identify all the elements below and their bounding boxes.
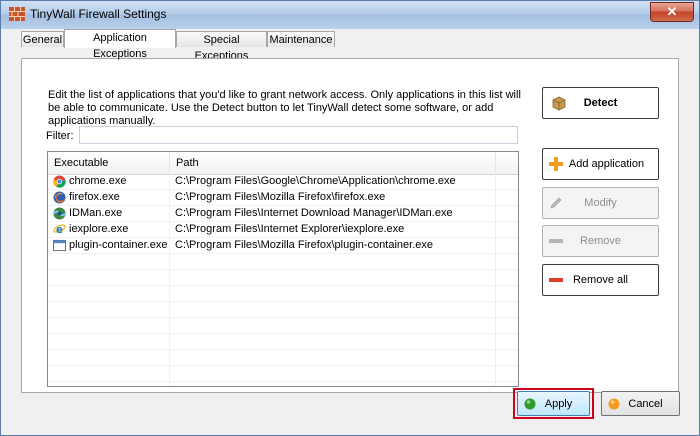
- add-application-button[interactable]: Add application: [542, 148, 659, 180]
- column-header-executable[interactable]: Executable: [48, 152, 170, 174]
- ie-icon: e: [53, 224, 66, 236]
- tab-label: Maintenance: [269, 34, 333, 46]
- list-item[interactable]: plugin-container.exe C:\Program Files\Mo…: [48, 238, 518, 254]
- executable-cell: chrome.exe: [69, 175, 127, 187]
- tab-general[interactable]: General: [21, 31, 64, 47]
- description-text: Edit the list of applications that you'd…: [48, 89, 521, 127]
- firefox-icon: [53, 191, 66, 204]
- executable-cell: iexplore.exe: [69, 223, 129, 235]
- filter-label: Filter:: [46, 130, 74, 142]
- add-application-label: Add application: [568, 158, 645, 170]
- svg-text:e: e: [56, 225, 63, 236]
- title-bar[interactable]: TinyWall Firewall Settings ✕: [1, 1, 699, 29]
- path-cell: C:\Program Files\Mozilla Firefox\firefox…: [175, 191, 386, 203]
- tab-panel: Edit the list of applications that you'd…: [21, 58, 679, 393]
- modify-button[interactable]: Modify: [542, 187, 659, 219]
- remove-label: Remove: [580, 235, 621, 247]
- empty-row: [48, 318, 518, 334]
- close-button[interactable]: ✕: [650, 2, 694, 22]
- firewall-icon: [9, 7, 25, 21]
- client-area: General Application Exceptions Special E…: [9, 29, 691, 429]
- empty-row: [48, 334, 518, 350]
- remove-all-button[interactable]: Remove all: [542, 264, 659, 296]
- empty-row: [48, 286, 518, 302]
- cancel-button[interactable]: Cancel: [601, 391, 680, 416]
- tab-special-exceptions[interactable]: Special Exceptions: [176, 31, 267, 62]
- path-cell: C:\Program Files\Google\Chrome\Applicati…: [175, 175, 456, 187]
- idm-icon: [53, 207, 66, 220]
- empty-row: [48, 350, 518, 366]
- path-cell: C:\Program Files\Internet Explorer\iexpl…: [175, 223, 405, 235]
- apply-button[interactable]: Apply: [517, 391, 590, 416]
- column-header-filler: [496, 152, 518, 174]
- detect-button[interactable]: Detect: [542, 87, 659, 119]
- list-item[interactable]: e iexplore.exe C:\Program Files\Internet…: [48, 222, 518, 238]
- executable-cell: IDMan.exe: [69, 207, 123, 219]
- empty-row: [48, 270, 518, 286]
- generic-app-icon: [53, 239, 66, 252]
- tab-label: General: [22, 34, 63, 46]
- exceptions-list[interactable]: Executable Path chrome.exe C:\Program Fi…: [47, 151, 519, 387]
- filter-input[interactable]: [79, 126, 518, 144]
- remove-button[interactable]: Remove: [542, 225, 659, 257]
- close-icon: ✕: [666, 4, 678, 19]
- empty-row: [48, 366, 518, 382]
- tab-label: Application Exceptions: [93, 32, 147, 60]
- path-cell: C:\Program Files\Internet Download Manag…: [175, 207, 453, 219]
- executable-cell: firefox.exe: [69, 191, 120, 203]
- empty-row: [48, 302, 518, 318]
- modify-label: Modify: [584, 197, 617, 209]
- list-header: Executable Path: [48, 152, 518, 175]
- chrome-icon: [53, 175, 66, 188]
- cancel-label: Cancel: [628, 397, 663, 410]
- apply-label: Apply: [544, 397, 573, 410]
- tab-maintenance[interactable]: Maintenance: [267, 31, 335, 47]
- list-item[interactable]: IDMan.exe C:\Program Files\Internet Down…: [48, 206, 518, 222]
- column-header-path[interactable]: Path: [170, 152, 496, 174]
- tab-application-exceptions[interactable]: Application Exceptions: [64, 29, 176, 60]
- remove-all-label: Remove all: [572, 274, 629, 286]
- settings-window: TinyWall Firewall Settings ✕ General App…: [0, 0, 700, 436]
- list-item[interactable]: chrome.exe C:\Program Files\Google\Chrom…: [48, 174, 518, 190]
- empty-row: [48, 254, 518, 270]
- list-item[interactable]: firefox.exe C:\Program Files\Mozilla Fir…: [48, 190, 518, 206]
- path-cell: C:\Program Files\Mozilla Firefox\plugin-…: [175, 239, 433, 251]
- executable-cell: plugin-container.exe: [69, 239, 168, 251]
- window-title: TinyWall Firewall Settings: [30, 7, 167, 21]
- detect-label: Detect: [583, 97, 618, 109]
